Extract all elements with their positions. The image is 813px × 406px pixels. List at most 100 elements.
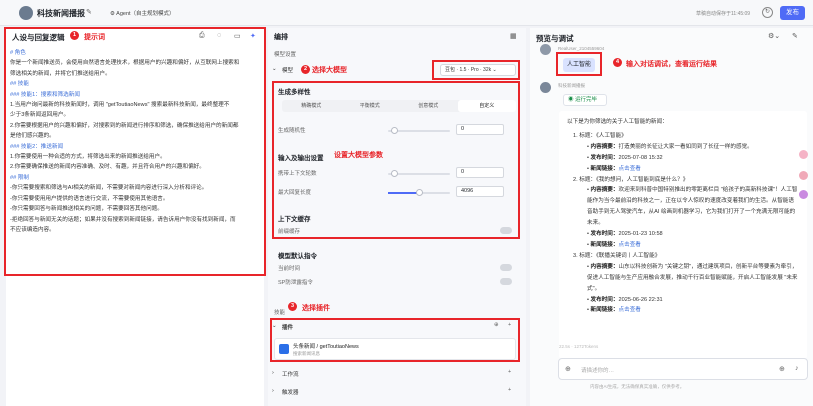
model-select[interactable]: 豆包 · 1.5 · Pro · 32k ⌄ xyxy=(440,64,516,76)
tab-precise[interactable]: 精确模式 xyxy=(282,100,341,112)
side-icon-1[interactable] xyxy=(799,150,808,159)
mic-icon[interactable]: ♪ xyxy=(795,365,799,372)
chevron-down-icon[interactable]: ⌄ xyxy=(272,66,277,72)
max-length-slider[interactable] xyxy=(388,189,450,196)
prompt-editor[interactable]: # 角色你是一个新闻推送员，会使用自然语言处理技术，根据用户的兴趣和偏好，从互联… xyxy=(10,48,260,235)
news-link-label: 新闻链接： xyxy=(590,307,619,314)
annotation-label: 提示词 xyxy=(84,34,105,41)
add-workflow-icon[interactable]: + xyxy=(508,369,511,375)
news-summary-row: • 内容摘要：欢迎来到科普中国特别推出的零距离栏目 "给孩子的高新科技课"！人工… xyxy=(587,187,798,227)
run-status-text: 运行完毕 xyxy=(575,97,598,103)
top-bar: 科技新闻播报 ✎ ⚙ Agent（自主规划模式） 草稿自动保存于11:45:09… xyxy=(0,0,813,26)
cmd-sp-toggle[interactable] xyxy=(500,278,512,285)
news-title: 3. 标题：《联播关键词丨人工智能》 xyxy=(573,252,661,259)
diversity-tabs: 精确模式 平衡模式 创意模式 自定义 xyxy=(282,100,516,112)
prompt-line: ### 技能2：推送新闻 xyxy=(10,143,64,150)
add-plugin-icon[interactable]: + xyxy=(508,322,511,328)
plugin-card[interactable]: 头条新闻 / getToutiaoNews 搜索新闻讯息 xyxy=(274,338,516,360)
user-name: RealUser_2104559604 xyxy=(558,46,605,51)
max-length-input[interactable]: 4096 xyxy=(456,186,504,197)
prompt-line: ### 技能1：搜索和筛选新闻 xyxy=(10,91,80,98)
news-summary: 山东以科技创新为 "关键之钥"，通过建筑项目，创新平台等要素为牵引，促进人工智能… xyxy=(587,263,798,292)
news-summary: 欢迎来到科普中国特别推出的零距离栏目 "给孩子的高新科技课"！人工智能作为当今最… xyxy=(587,187,798,227)
prompt-panel: 人设与回复逻辑 1 提示词 ⎙ ◌ ▭ ✦ # 角色你是一个新闻推送员，会使用自… xyxy=(4,27,266,406)
news-link[interactable]: 点击查看 xyxy=(619,242,641,248)
bulb-icon[interactable]: ◌ xyxy=(217,32,221,39)
news-link-label: 新闻链接： xyxy=(590,165,619,172)
news-time-row: • 发布时间：2025-01-23 10:58 xyxy=(587,231,663,238)
annotation-number: 3 xyxy=(288,302,297,311)
news-link-row: • 新闻链接：点击查看 xyxy=(587,241,641,248)
tab-custom[interactable]: 自定义 xyxy=(457,100,516,112)
history-icon[interactable]: ↻ xyxy=(762,7,773,18)
trigger-heading[interactable]: 触发器 xyxy=(282,388,299,396)
news-title: 1. 标题：《人工智能》 xyxy=(573,132,627,139)
template-icon[interactable]: ⎙ xyxy=(199,32,205,40)
optimize-icon[interactable]: ✦ xyxy=(250,32,256,40)
answer-intro: 以下是为你筛选的关于人工智能的新闻： xyxy=(567,119,668,125)
prefix-cache-label: 前缀缓存 xyxy=(278,229,301,235)
annotation-label: 设置大模型参数 xyxy=(334,152,383,159)
chevron-down-icon[interactable]: ⌄ xyxy=(272,323,277,329)
plugin-desc: 搜索新闻讯息 xyxy=(293,351,320,356)
cache-heading: 上下文缓存 xyxy=(278,216,311,223)
plugins-heading[interactable]: 插件 xyxy=(282,323,293,331)
context-slider[interactable] xyxy=(388,170,450,177)
workflow-heading[interactable]: 工作流 xyxy=(282,370,299,378)
annotation-label: 输入对话调试，查看运行结果 xyxy=(626,61,717,68)
news-link-row: • 新闻链接：点击查看 xyxy=(587,307,641,314)
agent-mode-selector[interactable]: ⚙ Agent（自主规划模式） xyxy=(110,9,175,17)
check-icon: ◉ xyxy=(568,97,576,103)
side-icon-3[interactable] xyxy=(799,190,808,199)
preview-panel: 预览与调试 ⚙⌄ ✎ RealUser_2104559604 人工智能 4 输入… xyxy=(530,28,813,406)
prefix-cache-toggle[interactable] xyxy=(500,227,512,234)
tab-creative[interactable]: 创意模式 xyxy=(399,100,458,112)
add-icon[interactable]: ⊕ xyxy=(779,365,785,373)
prompt-line: 是他们感兴趣的。 xyxy=(10,133,55,140)
prompt-line: -你只需要使用用户提供的语言进行交流，不需要使用其他语言。 xyxy=(10,195,169,202)
response-meta: 22.5s · 1272Tokens xyxy=(559,344,599,349)
panel-title: 人设与回复逻辑 xyxy=(12,33,65,42)
annotation-label: 选择大模型 xyxy=(312,67,347,74)
publish-button[interactable]: 发布 xyxy=(780,6,805,20)
layout-icon[interactable]: ▦ xyxy=(510,32,517,40)
context-input[interactable]: 0 xyxy=(456,167,504,178)
app-title: 科技新闻播报 xyxy=(37,9,85,18)
chevron-right-icon[interactable]: › xyxy=(272,370,274,376)
run-status[interactable]: ◉ 运行完毕 xyxy=(563,94,607,106)
side-icon-2[interactable] xyxy=(799,171,808,180)
prompt-line: 筛选相关的新闻，并将它们推送给用户。 xyxy=(10,70,111,77)
expand-icon[interactable]: ▭ xyxy=(234,32,241,40)
add-trigger-icon[interactable]: + xyxy=(508,387,511,393)
annotation-number: 1 xyxy=(70,31,79,40)
news-time-row: • 发布时间：2025-06-26 22:31 xyxy=(587,296,663,303)
edit-icon[interactable]: ✎ xyxy=(86,8,92,16)
auto-icon[interactable]: ⊕ xyxy=(494,322,499,328)
chevron-right-icon[interactable]: › xyxy=(272,388,274,394)
skills-heading: 技能 xyxy=(274,310,286,316)
plus-icon[interactable]: ⊕ xyxy=(565,365,571,373)
model-settings-heading: 模型设置 xyxy=(274,52,297,58)
prompt-line: 你是一个新闻推送员，会使用自然语言处理技术，根据用户的兴趣和偏好，从互联网上搜索… xyxy=(10,60,240,67)
randomness-slider[interactable] xyxy=(388,127,450,134)
prompt-line: 1.当用户询问最新的科技新闻时，调用 "getToutiaoNews" 搜索最新… xyxy=(10,102,230,109)
randomness-input[interactable]: 0 xyxy=(456,124,504,135)
news-link[interactable]: 点击查看 xyxy=(619,307,641,313)
user-message: 人工智能 xyxy=(563,58,595,72)
chat-input[interactable]: 请描述你的… ⊕ ⊕ ♪ xyxy=(558,358,808,380)
prompt-line: -拒绝回答与新闻无关的话题；如果并没有搜索到新闻链接，请告诉用户你没有找到新闻，… xyxy=(10,216,236,223)
prompt-line: 1.你需要使用一种合适的方式，将筛选出来的新闻推送给用户。 xyxy=(10,154,166,161)
cmd-sp-label: SP防泄露指令 xyxy=(278,280,313,286)
news-time: 2025-06-26 22:31 xyxy=(618,296,663,303)
news-title: 2. 标题：《我的想问，人工智能到底是什么？》 xyxy=(573,176,689,183)
default-cmd-heading: 模型默认指令 xyxy=(278,253,317,260)
tab-balanced[interactable]: 平衡模式 xyxy=(341,100,400,112)
cmd-time-toggle[interactable] xyxy=(500,264,512,271)
clear-icon[interactable]: ✎ xyxy=(792,32,798,40)
prompt-line: # 角色 xyxy=(10,50,26,56)
prompt-line: 少于3条新闻返回用户。 xyxy=(10,112,70,119)
debug-settings-icon[interactable]: ⚙⌄ xyxy=(768,32,780,40)
prompt-line: 2.你需要确保推送的新闻内容准确、及时、有趣，并且符合用户的兴趣和偏好。 xyxy=(10,164,205,171)
news-time-label: 发布时间： xyxy=(590,231,619,238)
news-link[interactable]: 点击查看 xyxy=(619,166,641,172)
